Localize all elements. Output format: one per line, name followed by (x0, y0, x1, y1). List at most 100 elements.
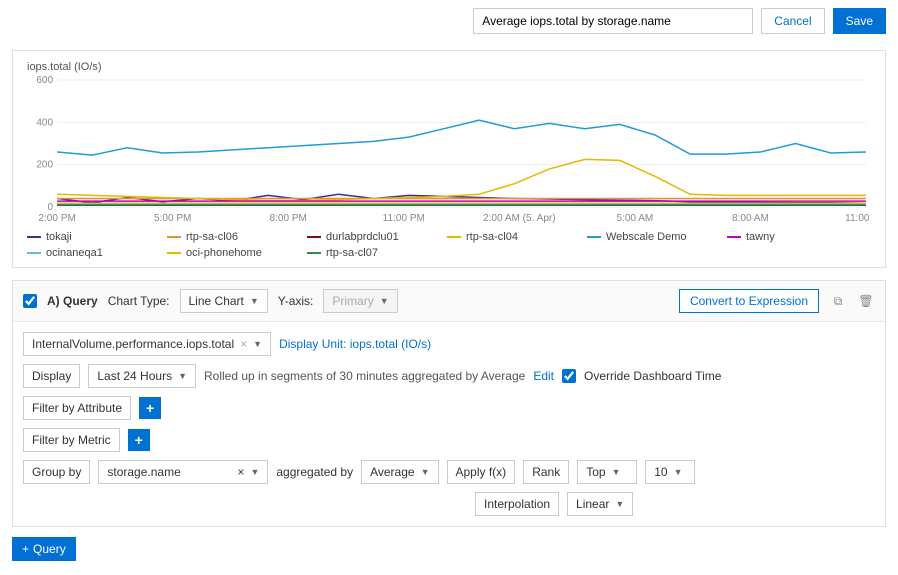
metric-value: InternalVolume.performance.iops.total (32, 337, 234, 351)
aggregation-select[interactable]: Average ▼ (361, 460, 438, 484)
group-by-label: Group by (23, 460, 90, 484)
svg-text:11:00 PM: 11:00 PM (383, 213, 425, 224)
chevron-down-icon: ▼ (421, 467, 430, 477)
filter-by-attribute-button[interactable]: Filter by Attribute (23, 396, 131, 420)
svg-text:5:00 AM: 5:00 AM (616, 213, 653, 224)
legend-item[interactable]: tawny (727, 231, 827, 243)
legend-label: rtp-sa-cl07 (326, 247, 378, 259)
override-label: Override Dashboard Time (584, 369, 721, 383)
add-attribute-filter-button[interactable]: + (139, 397, 161, 419)
rank-label: Rank (523, 460, 569, 484)
svg-text:0: 0 (48, 202, 54, 213)
legend-label: rtp-sa-cl04 (466, 231, 518, 243)
chevron-down-icon: ▼ (674, 467, 683, 477)
save-button[interactable]: Save (833, 8, 886, 34)
legend-item[interactable]: tokaji (27, 231, 127, 243)
rank-count-select[interactable]: 10 ▼ (645, 460, 695, 484)
legend-label: rtp-sa-cl06 (186, 231, 238, 243)
chevron-down-icon: ▼ (250, 467, 259, 477)
chart-panel: iops.total (IO/s) 02004006002:00 PM5:00 … (12, 50, 886, 268)
legend-item[interactable]: oci-phonehome (167, 247, 267, 259)
widget-title-input[interactable] (473, 8, 753, 34)
close-icon[interactable]: × (240, 337, 247, 351)
chart-plot-area: 02004006002:00 PM5:00 PM8:00 PM11:00 PM2… (27, 75, 871, 225)
group-by-value: storage.name (107, 465, 231, 479)
svg-text:8:00 AM: 8:00 AM (732, 213, 769, 224)
rollup-text: Rolled up in segments of 30 minutes aggr… (204, 369, 525, 383)
svg-text:8:00 PM: 8:00 PM (270, 213, 307, 224)
aggregated-by-label: aggregated by (276, 465, 353, 479)
chevron-down-icon: ▼ (178, 371, 187, 381)
legend-swatch (727, 236, 741, 238)
display-unit-link[interactable]: Display Unit: iops.total (IO/s) (279, 337, 431, 351)
chevron-down-icon: ▼ (250, 296, 259, 306)
plus-icon: + (22, 542, 29, 556)
legend-item[interactable]: rtp-sa-cl06 (167, 231, 267, 243)
rank-count-value: 10 (654, 465, 667, 479)
chart-type-select[interactable]: Line Chart ▼ (180, 289, 268, 313)
legend-item[interactable]: rtp-sa-cl04 (447, 231, 547, 243)
svg-text:200: 200 (36, 160, 53, 171)
timerange-select[interactable]: Last 24 Hours ▼ (88, 364, 196, 388)
aggregation-value: Average (370, 465, 414, 479)
add-metric-filter-button[interactable]: + (128, 429, 150, 451)
query-enable-checkbox[interactable] (23, 294, 37, 308)
chevron-down-icon: ▼ (615, 499, 624, 509)
y-axis-label: iops.total (IO/s) (27, 61, 871, 73)
interpolation-label: Interpolation (475, 492, 559, 516)
chevron-down-icon: ▼ (612, 467, 621, 477)
add-query-button[interactable]: + Query (12, 537, 76, 561)
chart-type-label: Chart Type: (108, 294, 170, 308)
yaxis-value: Primary (332, 294, 373, 308)
cancel-button[interactable]: Cancel (761, 8, 824, 34)
legend-swatch (167, 236, 181, 238)
convert-to-expression-button[interactable]: Convert to Expression (679, 289, 819, 313)
edit-rollup-link[interactable]: Edit (533, 369, 554, 383)
chart-type-value: Line Chart (189, 294, 244, 308)
metric-select[interactable]: InternalVolume.performance.iops.total × … (23, 332, 271, 356)
trash-icon[interactable]: 🗑 (857, 292, 875, 310)
legend-swatch (167, 252, 181, 254)
legend-item[interactable]: Webscale Demo (587, 231, 687, 243)
svg-text:11:00 AM: 11:00 AM (845, 213, 871, 224)
legend-label: oci-phonehome (186, 247, 262, 259)
legend-label: Webscale Demo (606, 231, 687, 243)
legend-label: tokaji (46, 231, 72, 243)
legend-swatch (307, 252, 321, 254)
display-label: Display (23, 364, 80, 388)
yaxis-select[interactable]: Primary ▼ (323, 289, 397, 313)
legend-swatch (587, 236, 601, 238)
apply-fx-button[interactable]: Apply f(x) (447, 460, 516, 484)
legend-swatch (27, 252, 41, 254)
interpolation-value: Linear (576, 497, 609, 511)
legend-swatch (307, 236, 321, 238)
legend-label: durlabprdclu01 (326, 231, 399, 243)
legend-swatch (27, 236, 41, 238)
interpolation-select[interactable]: Linear ▼ (567, 492, 633, 516)
add-query-label: Query (33, 542, 66, 556)
legend-label: tawny (746, 231, 775, 243)
query-label: A) Query (47, 294, 98, 308)
svg-text:400: 400 (36, 117, 53, 128)
svg-text:600: 600 (36, 75, 53, 86)
rank-direction-select[interactable]: Top ▼ (577, 460, 637, 484)
filter-by-metric-button[interactable]: Filter by Metric (23, 428, 120, 452)
query-panel: A) Query Chart Type: Line Chart ▼ Y-axis… (12, 280, 886, 527)
chart-legend: tokaji rtp-sa-cl06 durlabprdclu01 rtp-sa-cl… (27, 225, 871, 261)
chevron-down-icon: ▼ (253, 339, 262, 349)
group-by-select[interactable]: storage.name × ▼ (98, 460, 268, 484)
legend-swatch (447, 236, 461, 238)
legend-item[interactable]: ocinaneqa1 (27, 247, 127, 259)
timerange-value: Last 24 Hours (97, 369, 172, 383)
svg-text:5:00 PM: 5:00 PM (154, 213, 191, 224)
override-dashboard-time-checkbox[interactable] (562, 369, 576, 383)
svg-text:2:00 AM (5. Apr): 2:00 AM (5. Apr) (483, 213, 556, 224)
legend-label: ocinaneqa1 (46, 247, 103, 259)
rank-direction-value: Top (586, 465, 605, 479)
close-icon[interactable]: × (237, 465, 244, 479)
yaxis-label: Y-axis: (278, 294, 314, 308)
duplicate-icon[interactable]: ⧉ (829, 292, 847, 310)
legend-item[interactable]: rtp-sa-cl07 (307, 247, 407, 259)
legend-item[interactable]: durlabprdclu01 (307, 231, 407, 243)
chevron-down-icon: ▼ (380, 296, 389, 306)
